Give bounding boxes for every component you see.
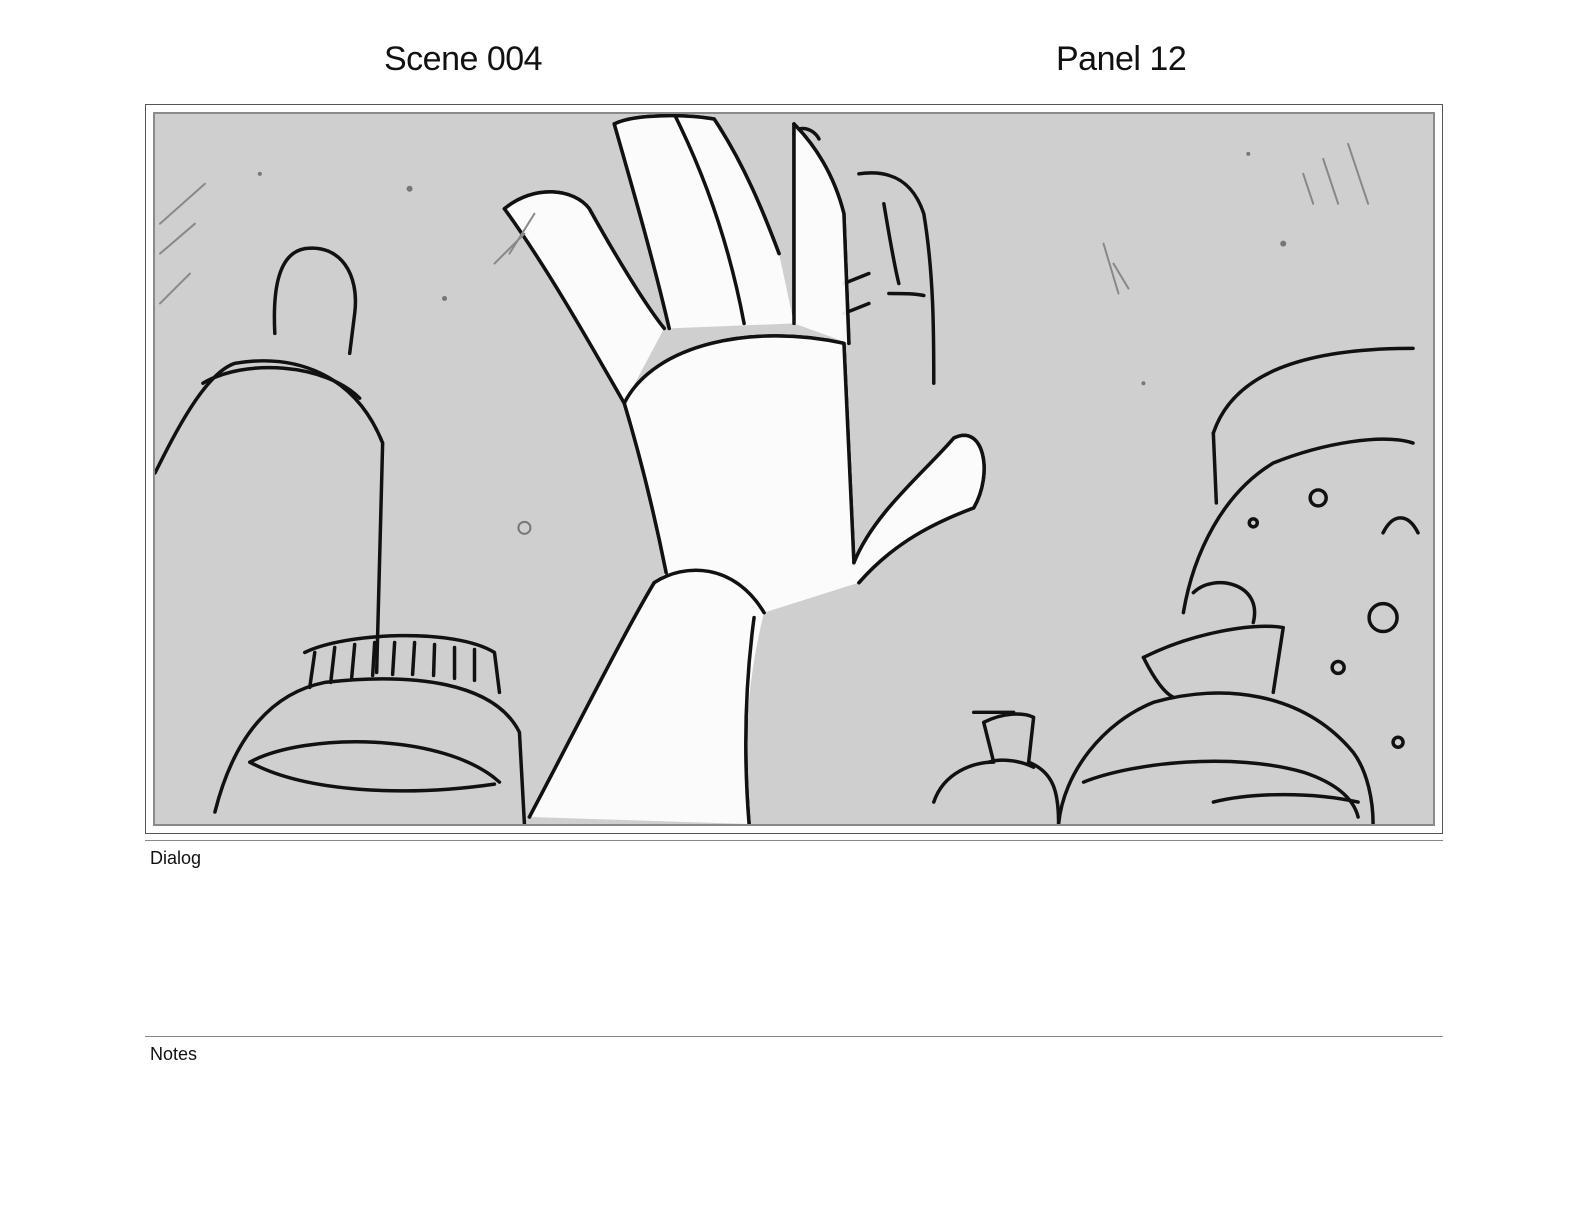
notes-label: Notes xyxy=(150,1044,198,1064)
storyboard-sketch xyxy=(153,112,1435,826)
notes-text[interactable] xyxy=(150,1070,1440,1200)
dialog-divider xyxy=(145,840,1443,841)
dialog-text[interactable] xyxy=(150,874,1440,1024)
scene-number: Scene 004 xyxy=(384,40,543,78)
dialog-label: Dialog xyxy=(150,848,202,868)
sketch-drawing xyxy=(155,114,1420,824)
notes-divider xyxy=(145,1036,1443,1037)
panel-number: Panel 12 xyxy=(1056,40,1187,78)
storyboard-frame xyxy=(145,104,1443,834)
